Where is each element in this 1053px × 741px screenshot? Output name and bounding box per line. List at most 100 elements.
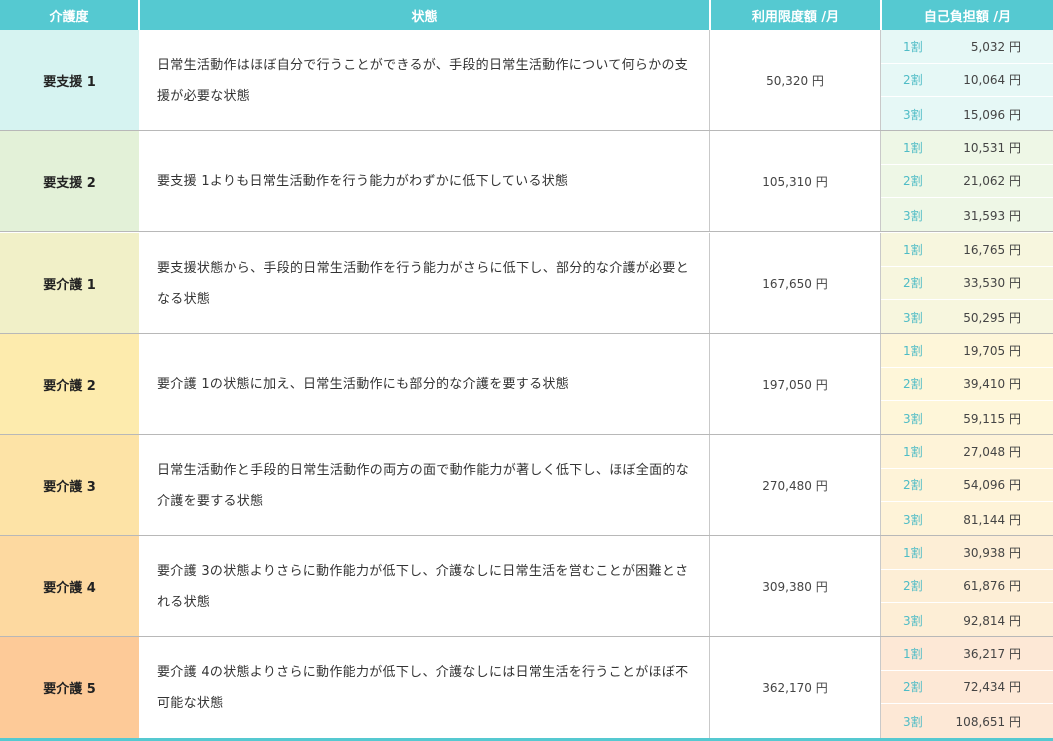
copay-row: 2割 61,876 円 (881, 569, 1053, 604)
copay-row: 2割 39,410 円 (881, 367, 1053, 402)
copay-rate-label: 2割 (903, 174, 923, 189)
monthly-limit: 270,480 円 (710, 435, 881, 536)
row-divider (0, 231, 1053, 232)
table-row: 要支援 2 要支援 1よりも日常生活動作を行う能力がわずかに低下している状態 105… (0, 131, 1053, 232)
copay-row: 1割 5,032 円 (881, 30, 1053, 64)
care-level-label: 要介護 1 (0, 233, 139, 334)
copay-amount: 50,295 円 (963, 310, 1021, 325)
copay-amount: 59,115 円 (963, 411, 1021, 426)
state-description: 日常生活動作と手段的日常生活動作の両方の面で動作能力が著しく低下し、ほぼ全面的な… (139, 435, 710, 536)
row-divider (0, 333, 1053, 334)
copay-amount: 10,531 円 (963, 140, 1021, 155)
care-level-label: 要介護 5 (0, 637, 139, 738)
copay-row: 1割 30,938 円 (881, 536, 1053, 570)
copay-group: 1割 16,765 円 2割 33,530 円 3割 50,295 円 (881, 233, 1053, 334)
copay-rate-label: 3割 (903, 714, 923, 729)
monthly-limit: 167,650 円 (710, 233, 881, 334)
row-divider (0, 636, 1053, 637)
state-description: 要介護 3の状態よりさらに動作能力が低下し、介護なしに日常生活を営むことが困難と… (139, 536, 710, 637)
copay-amount: 39,410 円 (963, 377, 1021, 392)
copay-amount: 15,096 円 (963, 107, 1021, 122)
copay-amount: 27,048 円 (963, 444, 1021, 459)
copay-rate-label: 1割 (903, 343, 923, 358)
state-description: 日常生活動作はほぼ自分で行うことができるが、手段的日常生活動作について何らかの支… (139, 30, 710, 131)
copay-rate-label: 3割 (903, 411, 923, 426)
copay-rate-label: 2割 (903, 276, 923, 291)
care-level-label: 要支援 1 (0, 30, 139, 131)
copay-row: 2割 10,064 円 (881, 63, 1053, 98)
copay-rate-label: 2割 (903, 478, 923, 493)
copay-row: 2割 72,434 円 (881, 670, 1053, 705)
copay-rate-label: 1割 (903, 242, 923, 257)
copay-rate-label: 2割 (903, 579, 923, 594)
state-description: 要介護 4の状態よりさらに動作能力が低下し、介護なしには日常生活を行うことがほぼ… (139, 637, 710, 738)
state-description: 要支援 1よりも日常生活動作を行う能力がわずかに低下している状態 (139, 131, 710, 232)
copay-amount: 61,876 円 (963, 579, 1021, 594)
monthly-limit: 50,320 円 (710, 30, 881, 131)
copay-row: 1割 27,048 円 (881, 435, 1053, 469)
copay-amount: 81,144 円 (963, 512, 1021, 527)
copay-row: 3割 50,295 円 (881, 300, 1053, 334)
care-level-label: 要支援 2 (0, 131, 139, 232)
copay-rate-label: 1割 (903, 545, 923, 560)
monthly-limit: 197,050 円 (710, 334, 881, 435)
copay-group: 1割 36,217 円 2割 72,434 円 3割 108,651 円 (881, 637, 1053, 738)
copay-rate-label: 1割 (903, 444, 923, 459)
table-row: 要介護 1 要支援状態から、手段的日常生活動作を行う能力がさらに低下し、部分的な介… (0, 233, 1053, 334)
copay-row: 3割 92,814 円 (881, 603, 1053, 637)
copay-group: 1割 5,032 円 2割 10,064 円 3割 15,096 円 (881, 30, 1053, 131)
care-level-label: 要介護 4 (0, 536, 139, 637)
copay-group: 1割 30,938 円 2割 61,876 円 3割 92,814 円 (881, 536, 1053, 637)
copay-row: 1割 19,705 円 (881, 334, 1053, 368)
table-row: 要介護 5 要介護 4の状態よりさらに動作能力が低下し、介護なしには日常生活を行う… (0, 637, 1053, 738)
copay-row: 3割 15,096 円 (881, 97, 1053, 131)
copay-row: 3割 59,115 円 (881, 401, 1053, 435)
row-divider (0, 434, 1053, 435)
header-state: 状態 (140, 0, 709, 30)
copay-row: 1割 10,531 円 (881, 131, 1053, 165)
row-divider (0, 535, 1053, 536)
copay-amount: 21,062 円 (963, 174, 1021, 189)
state-description: 要介護 1の状態に加え、日常生活動作にも部分的な介護を要する状態 (139, 334, 710, 435)
care-level-label: 要介護 2 (0, 334, 139, 435)
copay-rate-label: 3割 (903, 310, 923, 325)
copay-amount: 108,651 円 (955, 714, 1021, 729)
care-level-label: 要介護 3 (0, 435, 139, 536)
copay-rate-label: 2割 (903, 680, 923, 695)
copay-amount: 5,032 円 (970, 39, 1021, 54)
copay-rate-label: 1割 (903, 140, 923, 155)
monthly-limit: 105,310 円 (710, 131, 881, 232)
header-limit: 利用限度額 /月 (711, 0, 880, 30)
copay-rate-label: 3割 (903, 208, 923, 223)
row-divider (0, 130, 1053, 131)
copay-amount: 92,814 円 (963, 613, 1021, 628)
table-row: 要介護 2 要介護 1の状態に加え、日常生活動作にも部分的な介護を要する状態 197… (0, 334, 1053, 435)
copay-rate-label: 1割 (903, 39, 923, 54)
copay-rate-label: 3割 (903, 613, 923, 628)
copay-amount: 31,593 円 (963, 208, 1021, 223)
header-level: 介護度 (0, 0, 138, 30)
copay-amount: 16,765 円 (963, 242, 1021, 257)
copay-row: 2割 33,530 円 (881, 266, 1053, 301)
copay-group: 1割 10,531 円 2割 21,062 円 3割 31,593 円 (881, 131, 1053, 232)
table-row: 要介護 3 日常生活動作と手段的日常生活動作の両方の面で動作能力が著しく低下し、ほ… (0, 435, 1053, 536)
monthly-limit: 362,170 円 (710, 637, 881, 738)
copay-row: 1割 36,217 円 (881, 637, 1053, 671)
copay-row: 3割 81,144 円 (881, 502, 1053, 536)
copay-rate-label: 2割 (903, 377, 923, 392)
copay-amount: 72,434 円 (963, 680, 1021, 695)
table-row: 要介護 4 要介護 3の状態よりさらに動作能力が低下し、介護なしに日常生活を営むこ… (0, 536, 1053, 637)
copay-amount: 36,217 円 (963, 646, 1021, 661)
copay-amount: 19,705 円 (963, 343, 1021, 358)
copay-rate-label: 2割 (903, 73, 923, 88)
copay-amount: 10,064 円 (963, 73, 1021, 88)
copay-rate-label: 3割 (903, 107, 923, 122)
monthly-limit: 309,380 円 (710, 536, 881, 637)
table-row: 要支援 1 日常生活動作はほぼ自分で行うことができるが、手段的日常生活動作について… (0, 30, 1053, 131)
copay-row: 2割 54,096 円 (881, 468, 1053, 503)
copay-row: 3割 108,651 円 (881, 704, 1053, 738)
copay-amount: 33,530 円 (963, 276, 1021, 291)
copay-amount: 30,938 円 (963, 545, 1021, 560)
copay-row: 2割 21,062 円 (881, 164, 1053, 199)
copay-rate-label: 3割 (903, 512, 923, 527)
